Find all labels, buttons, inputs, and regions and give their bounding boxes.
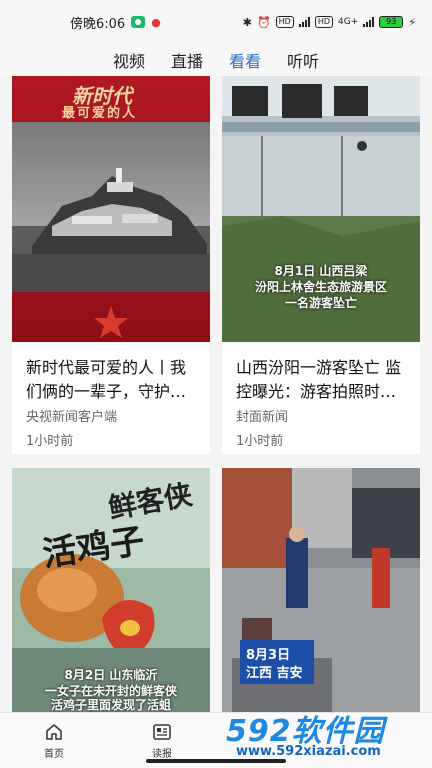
overlay-line-3: 一名游客坠亡 bbox=[284, 296, 357, 310]
top-tabs: 视频 直播 看看 听听 bbox=[0, 44, 432, 76]
signal-icon-2 bbox=[363, 17, 375, 27]
tab-kankan[interactable]: 看看 bbox=[227, 48, 263, 72]
watermark-url: www.592xiazai.com bbox=[236, 744, 381, 759]
nav-label: 首页 bbox=[44, 748, 64, 760]
card-title[interactable]: 山西汾阳一游客坠亡 监控曝光：游客拍照时坠落 bbox=[236, 356, 410, 404]
status-time: 傍晚6:06 bbox=[70, 16, 126, 32]
hd-badge: HD bbox=[275, 16, 294, 28]
card-source: 封面新闻 bbox=[236, 410, 289, 425]
bluetooth-icon: ✱ bbox=[242, 15, 252, 29]
newspaper-icon bbox=[153, 723, 171, 740]
video-thumbnail[interactable]: 8月1日 山西吕梁 汾阳上林舍生态旅游景区 一名游客坠亡 bbox=[222, 76, 420, 342]
overlay-subtitle: 最可爱的人 bbox=[62, 106, 138, 121]
nav-label: 读报 bbox=[152, 748, 172, 760]
video-card[interactable]: 8月3日 江西 吉安 bbox=[222, 468, 420, 712]
network-type: 4G+ bbox=[338, 17, 359, 27]
tab-live[interactable]: 直播 bbox=[169, 48, 205, 72]
overlay-date: 8月3日 bbox=[246, 648, 291, 663]
alarm-icon: ⏰ bbox=[256, 15, 271, 29]
card-source: 央视新闻客户端 bbox=[26, 410, 118, 425]
overlay-line-2: 汾阳上林舍生态旅游景区 bbox=[254, 280, 387, 294]
video-thumbnail[interactable]: 新时代 最可爱的人 bbox=[12, 76, 210, 342]
video-card[interactable]: 新时代 最可爱的人 新时代最可爱的人丨我们俩的一辈子，守护这座小岛 央视新闻客户… bbox=[12, 76, 210, 454]
battery-icon: 93 bbox=[379, 16, 404, 28]
video-card[interactable]: 鲜客侠 活鸡子 8月2日 山东临沂 一女子在未开封的鲜客侠 活鸡子里面发现了活蛆 bbox=[12, 468, 210, 712]
watermark: 592软件园 www.592xiazai.com bbox=[226, 706, 432, 764]
nav-newspaper[interactable]: 读报 bbox=[108, 722, 216, 760]
signal-icon bbox=[298, 17, 310, 27]
home-icon bbox=[46, 723, 62, 740]
hd-badge-2: HD bbox=[314, 16, 334, 28]
video-thumbnail[interactable]: 8月3日 江西 吉安 bbox=[222, 468, 420, 712]
card-time: 1小时前 bbox=[236, 434, 284, 449]
wechat-icon bbox=[131, 16, 146, 28]
status-bar: 傍晚6:06 ● ✱ ⏰ HD HD 4G+ 93 ⚡ bbox=[0, 0, 432, 44]
video-card[interactable]: 8月1日 山西吕梁 汾阳上林舍生态旅游景区 一名游客坠亡 山西汾阳一游客坠亡 监… bbox=[222, 76, 420, 454]
location-icon: ● bbox=[151, 15, 161, 29]
tab-tingting[interactable]: 听听 bbox=[285, 48, 321, 72]
video-thumbnail[interactable]: 鲜客侠 活鸡子 8月2日 山东临沂 一女子在未开封的鲜客侠 活鸡子里面发现了活蛆 bbox=[12, 468, 210, 712]
card-title[interactable]: 新时代最可爱的人丨我们俩的一辈子，守护这座小岛 bbox=[26, 356, 200, 404]
home-indicator[interactable] bbox=[146, 759, 286, 763]
overlay-line-1: 8月2日 山东临沂 bbox=[64, 668, 158, 682]
overlay-place: 江西 吉安 bbox=[246, 666, 303, 681]
tab-video[interactable]: 视频 bbox=[111, 48, 147, 72]
nav-home[interactable]: 首页 bbox=[0, 722, 108, 760]
overlay-line-1: 8月1日 山西吕梁 bbox=[274, 264, 368, 278]
card-time: 1小时前 bbox=[26, 434, 74, 449]
charging-icon: ⚡ bbox=[408, 15, 416, 29]
overlay-line-3: 活鸡子里面发现了活蛆 bbox=[50, 698, 171, 712]
